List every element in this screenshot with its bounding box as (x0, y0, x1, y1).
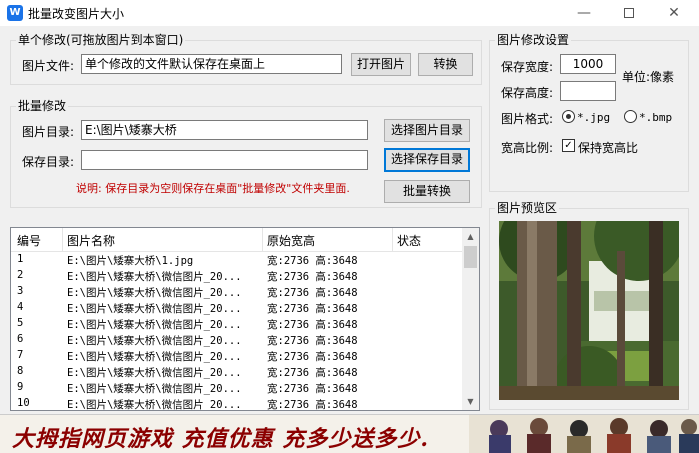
select-image-dir-button[interactable]: 选择图片目录 (384, 119, 470, 142)
column-header-name[interactable]: 图片名称 (67, 232, 115, 249)
keep-ratio-label[interactable]: 保持宽高比 (578, 139, 638, 156)
row-name: E:\图片\矮寨大桥\微信图片_20... (67, 303, 242, 315)
close-button[interactable]: ✕ (651, 0, 697, 26)
row-num: 10 (17, 397, 30, 409)
row-name: E:\图片\矮寨大桥\微信图片_20... (67, 335, 242, 347)
table-row[interactable]: 4 E:\图片\矮寨大桥\微信图片_20... 宽:2736 高:3648 (11, 300, 462, 316)
row-size: 宽:2736 高:3648 (267, 287, 358, 299)
title-bar: W 批量改变图片大小 — ✕ (0, 0, 699, 26)
unit-label: 单位:像素 (622, 70, 675, 84)
row-name: E:\图片\矮寨大桥\微信图片_20... (67, 287, 242, 299)
row-num: 5 (17, 317, 24, 329)
keep-ratio-checkbox[interactable]: ✓ (562, 139, 575, 152)
ad-characters-image (469, 415, 699, 453)
batch-modify-title: 批量修改 (16, 97, 69, 114)
table-row[interactable]: 2 E:\图片\矮寨大桥\微信图片_20... 宽:2736 高:3648 (11, 268, 462, 284)
row-size: 宽:2736 高:3648 (267, 319, 358, 331)
row-size: 宽:2736 高:3648 (267, 335, 358, 347)
preview-title: 图片预览区 (495, 199, 560, 216)
row-num: 8 (17, 365, 24, 377)
image-dir-input[interactable]: E:\图片\矮寨大桥 (81, 120, 368, 140)
table-row[interactable]: 3 E:\图片\矮寨大桥\微信图片_20... 宽:2736 高:3648 (11, 284, 462, 300)
save-height-label: 保存高度: (501, 86, 554, 100)
save-height-input[interactable] (560, 81, 616, 101)
row-num: 2 (17, 269, 24, 281)
image-file-input[interactable]: 单个修改的文件默认保存在桌面上 (81, 54, 342, 74)
image-list[interactable]: 编号 图片名称 原始宽高 状态 1 E:\图片\矮寨大桥\1.jpg 宽:273… (10, 227, 480, 411)
row-num: 4 (17, 301, 24, 313)
column-header-size[interactable]: 原始宽高 (267, 232, 315, 249)
row-num: 1 (17, 253, 24, 265)
convert-button[interactable]: 转换 (418, 53, 473, 76)
single-modify-title: 单个修改(可拖放图片到本窗口) (16, 31, 186, 48)
settings-title: 图片修改设置 (495, 31, 572, 48)
row-size: 宽:2736 高:3648 (267, 399, 358, 411)
row-size: 宽:2736 高:3648 (267, 367, 358, 379)
format-jpg-radio[interactable] (562, 110, 575, 123)
row-name: E:\图片\矮寨大桥\微信图片_20... (67, 351, 242, 363)
maximize-icon (624, 8, 634, 18)
row-size: 宽:2736 高:3648 (267, 351, 358, 363)
row-num: 3 (17, 285, 24, 297)
scroll-down-icon[interactable]: ▼ (462, 393, 479, 410)
format-bmp-label[interactable]: *.bmp (639, 111, 672, 124)
column-divider[interactable] (262, 228, 263, 252)
table-row[interactable]: 9 E:\图片\矮寨大桥\微信图片_20... 宽:2736 高:3648 (11, 380, 462, 396)
save-dir-label: 保存目录: (22, 155, 75, 169)
table-row[interactable]: 8 E:\图片\矮寨大桥\微信图片_20... 宽:2736 高:3648 (11, 364, 462, 380)
row-name: E:\图片\矮寨大桥\1.jpg (67, 255, 194, 267)
column-divider[interactable] (62, 228, 63, 252)
ad-banner-text[interactable]: 大拇指网页游戏 充值优惠 充多少送多少. (12, 421, 429, 453)
list-header: 编号 图片名称 原始宽高 状态 (11, 228, 462, 252)
format-bmp-radio[interactable] (624, 110, 637, 123)
image-dir-label: 图片目录: (22, 125, 75, 139)
table-row[interactable]: 10 E:\图片\矮寨大桥\微信图片_20... 宽:2736 高:3648 (11, 396, 462, 411)
save-width-label: 保存宽度: (501, 60, 554, 74)
ad-banner[interactable]: 大拇指网页游戏 充值优惠 充多少送多少. (0, 414, 699, 453)
app-icon: W (7, 5, 23, 21)
row-name: E:\图片\矮寨大桥\微信图片_20... (67, 367, 242, 379)
row-name: E:\图片\矮寨大桥\微信图片_20... (67, 319, 242, 331)
scroll-up-icon[interactable]: ▲ (462, 228, 479, 245)
save-dir-input[interactable] (81, 150, 368, 170)
row-size: 宽:2736 高:3648 (267, 383, 358, 395)
batch-convert-button[interactable]: 批量转换 (384, 180, 470, 203)
table-row[interactable]: 1 E:\图片\矮寨大桥\1.jpg 宽:2736 高:3648 (11, 252, 462, 268)
format-jpg-label[interactable]: *.jpg (577, 111, 610, 124)
preview-image (499, 221, 679, 400)
table-row[interactable]: 6 E:\图片\矮寨大桥\微信图片_20... 宽:2736 高:3648 (11, 332, 462, 348)
table-row[interactable]: 7 E:\图片\矮寨大桥\微信图片_20... 宽:2736 高:3648 (11, 348, 462, 364)
row-num: 7 (17, 349, 24, 361)
row-num: 6 (17, 333, 24, 345)
select-save-dir-button[interactable]: 选择保存目录 (384, 148, 470, 172)
minimize-button[interactable]: — (561, 0, 607, 26)
save-width-input[interactable]: 1000 (560, 54, 616, 74)
column-divider[interactable] (392, 228, 393, 252)
list-scrollbar[interactable]: ▲ ▼ (462, 228, 479, 410)
row-name: E:\图片\矮寨大桥\微信图片_20... (67, 383, 242, 395)
open-image-button[interactable]: 打开图片 (351, 53, 411, 76)
column-header-num[interactable]: 编号 (17, 232, 41, 249)
image-file-label: 图片文件: (22, 59, 75, 73)
row-size: 宽:2736 高:3648 (267, 255, 358, 267)
row-size: 宽:2736 高:3648 (267, 271, 358, 283)
row-size: 宽:2736 高:3648 (267, 303, 358, 315)
scroll-thumb[interactable] (464, 246, 477, 268)
forest-image (499, 221, 679, 400)
column-header-status[interactable]: 状态 (397, 232, 421, 249)
row-num: 9 (17, 381, 24, 393)
format-label: 图片格式: (501, 112, 554, 126)
window-title: 批量改变图片大小 (28, 7, 125, 21)
maximize-button[interactable] (606, 0, 652, 26)
ratio-label: 宽高比例: (501, 141, 554, 155)
batch-note: 说明: 保存目录为空则保存在桌面"批量修改"文件夹里面. (76, 182, 350, 195)
table-row[interactable]: 5 E:\图片\矮寨大桥\微信图片_20... 宽:2736 高:3648 (11, 316, 462, 332)
row-name: E:\图片\矮寨大桥\微信图片_20... (67, 271, 242, 283)
row-name: E:\图片\矮寨大桥\微信图片_20... (67, 399, 242, 411)
